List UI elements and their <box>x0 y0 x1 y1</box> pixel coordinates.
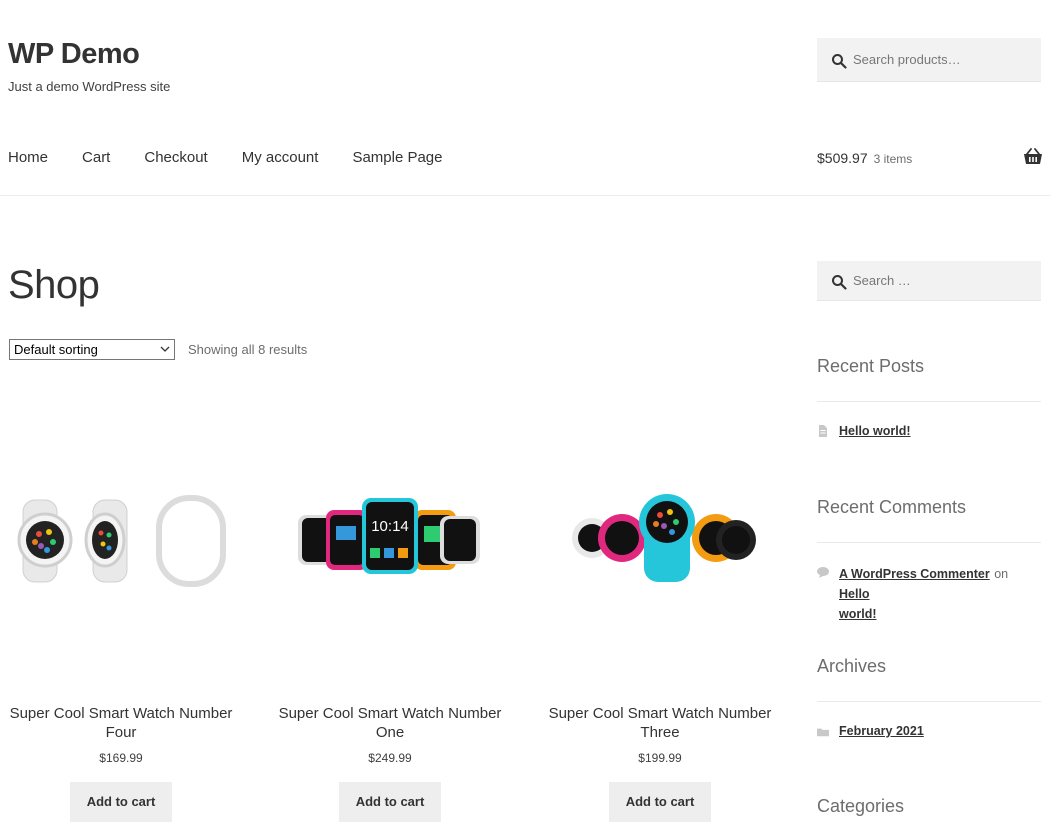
add-to-cart-button[interactable]: Add to cart <box>609 782 711 822</box>
product-title-cont[interactable]: Three <box>540 723 780 742</box>
sorting-select[interactable]: Default sorting <box>9 339 175 360</box>
product-price: $249.99 <box>368 751 412 765</box>
archive-link[interactable]: February 2021 <box>839 724 924 738</box>
comment-post-link-cont[interactable]: world! <box>839 607 877 621</box>
header-divider <box>0 195 1050 196</box>
comment-icon <box>817 567 829 578</box>
product-image[interactable] <box>540 460 780 620</box>
widget-title-archives: Archives <box>817 656 887 676</box>
header-cart[interactable]: $509.97 3 items <box>817 150 912 166</box>
product-price: $199.99 <box>638 751 682 765</box>
comment-joiner: on <box>994 567 1009 581</box>
document-icon <box>819 425 827 437</box>
chevron-down-icon <box>160 346 170 352</box>
folder-icon <box>817 728 829 737</box>
cart-count: 3 items <box>873 152 913 166</box>
product-card: Super Cool Smart Watch Number Four $169.… <box>1 460 241 822</box>
search-placeholder: Search … <box>853 273 911 288</box>
product-card: Super Cool Smart Watch Number Three $199… <box>540 460 780 822</box>
product-image[interactable] <box>1 460 241 620</box>
basket-icon[interactable] <box>1023 148 1043 166</box>
search-placeholder: Search products… <box>853 52 961 67</box>
site-description: Just a demo WordPress site <box>8 79 171 94</box>
widget-title-recent-comments: Recent Comments <box>817 497 967 517</box>
search-icon <box>832 275 847 290</box>
primary-navigation: Home Cart Checkout My account Sample Pag… <box>8 149 477 166</box>
cart-total: $509.97 <box>817 150 868 166</box>
product-image[interactable]: 10:14 <box>270 460 510 620</box>
search-icon <box>832 54 847 69</box>
comment-author-link[interactable]: A WordPress Commenter <box>839 567 990 581</box>
sorting-selected-value: Default sorting <box>14 342 98 357</box>
product-search-input[interactable]: Search products… <box>817 38 1041 82</box>
product-title[interactable]: Super Cool Smart Watch Number <box>1 704 241 723</box>
nav-item-sample-page[interactable]: Sample Page <box>352 149 442 166</box>
widget-title-categories: Categories <box>817 796 905 816</box>
product-price: $169.99 <box>99 751 143 765</box>
page-title: Shop <box>8 263 100 307</box>
product-card: 10:14 Super Cool Smart Watch Number One … <box>270 460 510 822</box>
product-title-cont[interactable]: One <box>270 723 510 742</box>
result-count: Showing all 8 results <box>188 342 308 357</box>
sidebar-search-input[interactable]: Search … <box>817 261 1041 301</box>
widget-divider <box>817 701 1041 702</box>
widget-divider <box>817 542 1041 543</box>
nav-item-cart[interactable]: Cart <box>82 149 110 166</box>
recent-post-link[interactable]: Hello world! <box>839 424 911 438</box>
add-to-cart-button[interactable]: Add to cart <box>70 782 172 822</box>
widget-divider <box>817 401 1041 402</box>
nav-item-checkout[interactable]: Checkout <box>144 149 207 166</box>
widget-title-recent-posts: Recent Posts <box>817 356 925 376</box>
nav-item-home[interactable]: Home <box>8 149 48 166</box>
product-title[interactable]: Super Cool Smart Watch Number <box>270 704 510 723</box>
comment-post-link[interactable]: Hello <box>839 587 870 601</box>
product-title[interactable]: Super Cool Smart Watch Number <box>540 704 780 723</box>
svg-text:10:14: 10:14 <box>371 518 409 535</box>
recent-comment-item: A WordPress Commenter on Hello world! <box>839 564 1043 624</box>
product-title-cont[interactable]: Four <box>1 723 241 742</box>
site-title[interactable]: WP Demo <box>8 38 140 71</box>
add-to-cart-button[interactable]: Add to cart <box>339 782 441 822</box>
nav-item-my-account[interactable]: My account <box>242 149 319 166</box>
watch-image-2: 10:14 <box>298 498 480 574</box>
watch-image-1 <box>17 495 226 587</box>
watch-image-3 <box>572 494 756 582</box>
